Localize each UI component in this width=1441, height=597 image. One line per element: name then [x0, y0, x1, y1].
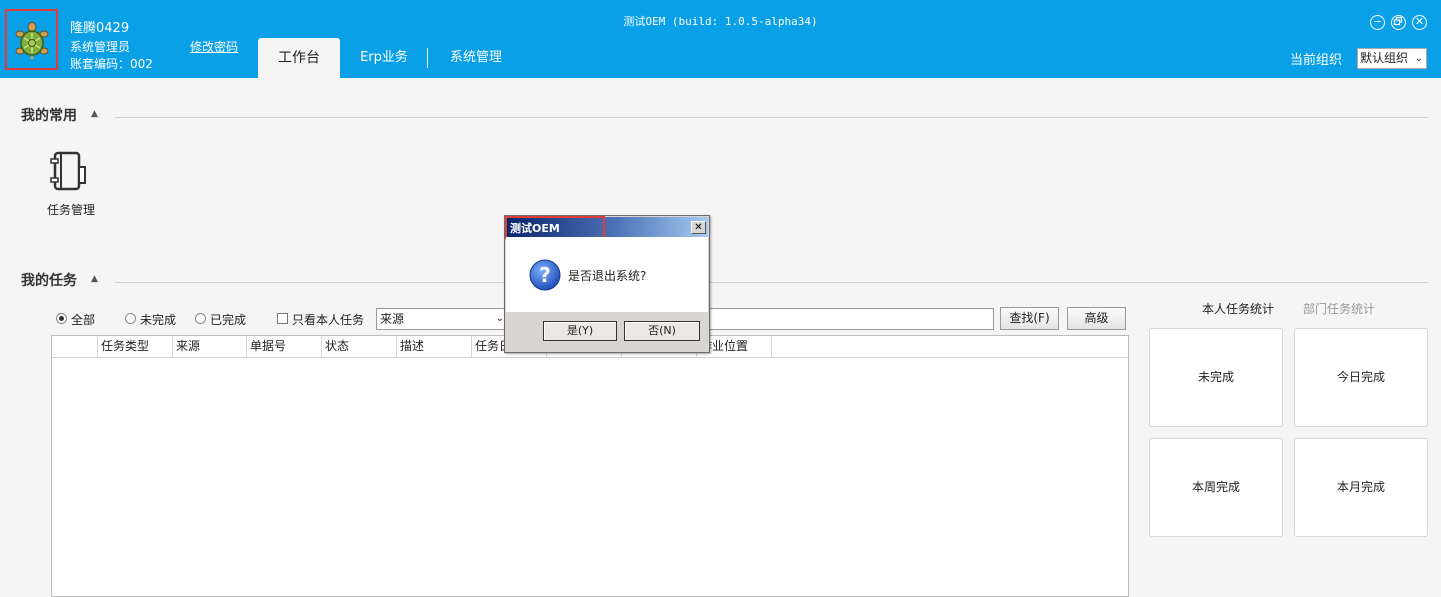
dialog-message: 是否退出系统?	[568, 269, 647, 283]
collapse-triangle-icon[interactable]: ▲	[91, 109, 98, 119]
source-select-value: 来源	[380, 312, 405, 326]
user-role: 系统管理员	[70, 40, 131, 54]
column-header-doc-no[interactable]: 单据号	[247, 336, 322, 357]
stat-card-incomplete[interactable]: 未完成	[1149, 328, 1283, 427]
search-input[interactable]	[700, 308, 994, 330]
column-header-task-type[interactable]: 任务类型	[98, 336, 173, 357]
column-header-select[interactable]	[52, 336, 98, 357]
current-org-label: 当前组织	[1290, 53, 1343, 68]
app-header: 隆腾0429 系统管理员 账套编码：002 修改密码 测试OEM (build:…	[0, 0, 1441, 78]
source-select[interactable]: 来源 ⌄	[376, 308, 508, 330]
svg-text:?: ?	[539, 263, 551, 287]
question-icon: ?	[529, 259, 561, 291]
column-header-status[interactable]: 状态	[322, 336, 397, 357]
radio-all[interactable]	[56, 313, 67, 324]
radio-incomplete-label[interactable]: 未完成	[140, 311, 176, 328]
chevron-down-icon: ⌄	[1414, 53, 1423, 64]
no-button[interactable]: 否(N)	[624, 321, 700, 341]
notebook-icon	[50, 151, 86, 191]
dialog-close-icon[interactable]: ✕	[691, 221, 706, 234]
task-table[interactable]: 任务类型 来源 单据号 状态 描述 任务日 作业位置	[51, 335, 1129, 597]
org-select-value: 默认组织	[1360, 51, 1409, 65]
yes-button[interactable]: 是(Y)	[543, 321, 617, 341]
window-title: 测试OEM (build: 1.0.5-alpha34)	[623, 15, 818, 28]
radio-all-label[interactable]: 全部	[71, 311, 95, 328]
org-select[interactable]: 默认组织 ⌄	[1357, 48, 1427, 69]
stat-card-week[interactable]: 本周完成	[1149, 438, 1283, 537]
tab-divider	[427, 48, 428, 68]
tasks-section-title: 我的任务	[21, 273, 77, 289]
section-divider	[115, 282, 1428, 283]
only-mine-checkbox[interactable]	[277, 313, 288, 324]
radio-completed-label[interactable]: 已完成	[210, 311, 246, 328]
stat-card-today[interactable]: 今日完成	[1294, 328, 1428, 427]
minimize-icon[interactable]: −	[1370, 15, 1385, 30]
advanced-button[interactable]: 高级	[1067, 307, 1126, 330]
task-management-shortcut[interactable]: 任务管理	[42, 150, 100, 220]
restore-icon[interactable]	[1391, 15, 1406, 30]
column-header-source[interactable]: 来源	[173, 336, 247, 357]
stat-card-month[interactable]: 本月完成	[1294, 438, 1428, 537]
tab-system-management[interactable]: 系统管理	[438, 38, 514, 78]
find-button[interactable]: 查找(F)	[1000, 307, 1059, 330]
account-code: 账套编码：002	[70, 57, 153, 71]
tab-my-task-stats[interactable]: 本人任务统计	[1202, 300, 1274, 317]
tab-workbench[interactable]: 工作台	[258, 38, 340, 78]
only-mine-label[interactable]: 只看本人任务	[292, 311, 364, 328]
frequent-section-title: 我的常用	[21, 108, 77, 124]
collapse-triangle-icon[interactable]: ▲	[91, 274, 98, 284]
change-password-link[interactable]: 修改密码	[190, 38, 238, 55]
radio-incomplete[interactable]	[125, 313, 136, 324]
radio-completed[interactable]	[195, 313, 206, 324]
highlight-box	[505, 216, 605, 239]
restore-glyph	[1393, 16, 1403, 26]
column-header-description[interactable]: 描述	[397, 336, 472, 357]
tab-erp[interactable]: Erp业务	[350, 38, 418, 78]
exit-confirm-dialog: 测试OEM ✕ ? 是否退出系统? 是(Y) 否(N)	[504, 215, 710, 353]
section-divider	[115, 117, 1428, 118]
tab-dept-task-stats[interactable]: 部门任务统计	[1303, 300, 1375, 317]
chevron-down-icon: ⌄	[495, 313, 504, 324]
task-management-label: 任务管理	[47, 203, 96, 217]
close-icon[interactable]: ✕	[1412, 15, 1427, 30]
